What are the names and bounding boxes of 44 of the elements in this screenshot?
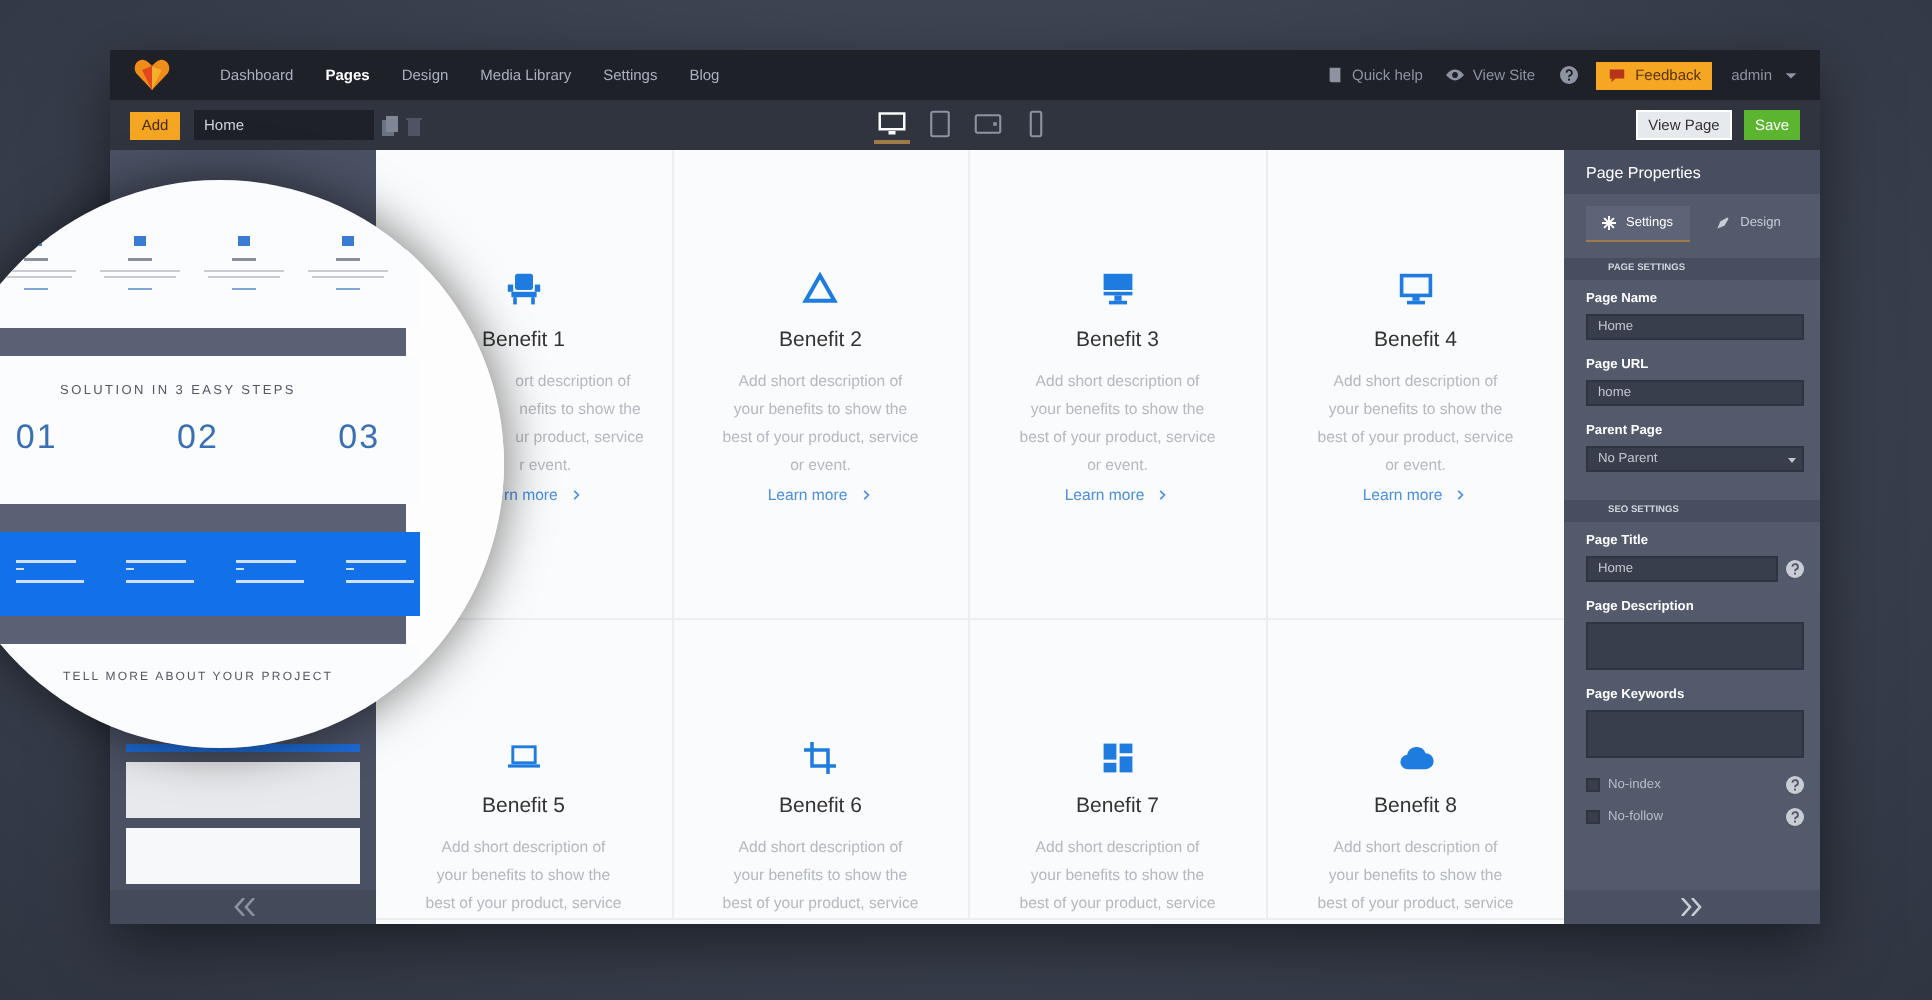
page-thumbnail[interactable] (126, 762, 360, 818)
benefit-title: Benefit 5 (482, 794, 565, 818)
step-number: 01 (15, 418, 58, 458)
logo-icon[interactable] (134, 58, 170, 92)
step-number: 02 (177, 418, 219, 458)
benefit-title: Benefit 7 (1076, 794, 1159, 818)
benefit-title: Benefit 3 (1076, 328, 1159, 352)
benefit-title: Benefit 6 (779, 794, 862, 818)
help-icon[interactable] (1559, 66, 1578, 84)
tablet-icon (974, 109, 1002, 137)
help-icon[interactable] (1786, 808, 1804, 826)
cloud-icon (1395, 742, 1436, 774)
benefit-title: Benefit 2 (779, 328, 862, 352)
triangle-icon (800, 272, 841, 308)
laptop-icon (503, 742, 544, 774)
copy-icon[interactable] (382, 115, 398, 135)
monitor-icon (1395, 272, 1436, 308)
chevron-right-icon (1454, 488, 1469, 503)
double-chevron-left-icon[interactable] (231, 898, 255, 916)
speech-bubble-icon (1607, 66, 1626, 84)
checkbox[interactable] (1586, 778, 1600, 792)
tablet-icon (926, 109, 954, 137)
step-number: 03 (338, 418, 381, 458)
benefit-title: Benefit 8 (1374, 794, 1457, 818)
book-icon (1325, 66, 1344, 84)
benefit-title: Benefit 4 (1374, 328, 1457, 352)
benefit-title: Benefit 1 (482, 328, 565, 352)
checkbox[interactable] (1586, 810, 1600, 824)
seat-icon (503, 272, 544, 308)
star-icon (1602, 216, 1616, 230)
double-chevron-right-icon[interactable] (1680, 898, 1704, 916)
brush-icon (1716, 216, 1731, 230)
panel-title: Page Properties (1564, 150, 1820, 194)
chevron-right-icon (1156, 488, 1171, 503)
chevron-right-icon (859, 488, 874, 503)
eye-icon (1446, 66, 1465, 84)
page-thumbnail[interactable] (126, 828, 360, 884)
device-button[interactable] (874, 107, 910, 143)
monitor-icon (878, 109, 906, 137)
help-icon[interactable] (1786, 560, 1804, 578)
crop-icon (800, 742, 841, 774)
caret-icon (1788, 456, 1796, 464)
help-icon[interactable] (1786, 776, 1804, 794)
chevron-right-icon (569, 488, 584, 503)
